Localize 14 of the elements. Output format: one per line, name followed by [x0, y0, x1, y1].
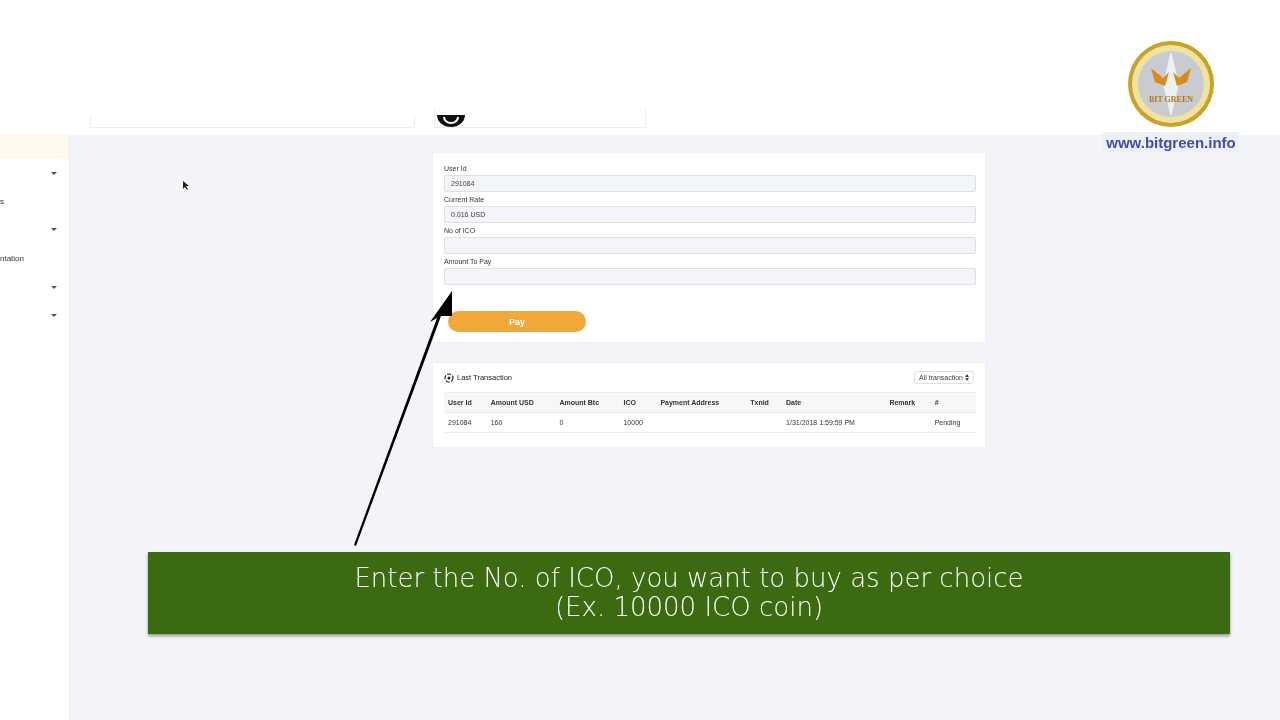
refresh-icon [444, 372, 454, 383]
updown-arrows-icon[interactable] [965, 374, 969, 381]
cursor-icon [183, 181, 189, 190]
caret-icon[interactable] [51, 227, 57, 231]
caption-text: Enter the No. of ICO, you want to buy as per choice (Ex. 10000 ICO coin) [354, 564, 1024, 622]
caret-icon[interactable] [51, 285, 57, 289]
caret-icon[interactable] [51, 171, 57, 175]
input-field[interactable] [444, 237, 976, 254]
website-url: www.bitgreen.info [1103, 132, 1239, 153]
sidebar-label[interactable]: s [0, 196, 4, 206]
coin-text: BIT GREEN [1148, 95, 1194, 104]
input-field[interactable] [444, 268, 976, 285]
caret-icon[interactable] [51, 313, 57, 317]
sidebar-label[interactable]: ntation [0, 253, 25, 263]
